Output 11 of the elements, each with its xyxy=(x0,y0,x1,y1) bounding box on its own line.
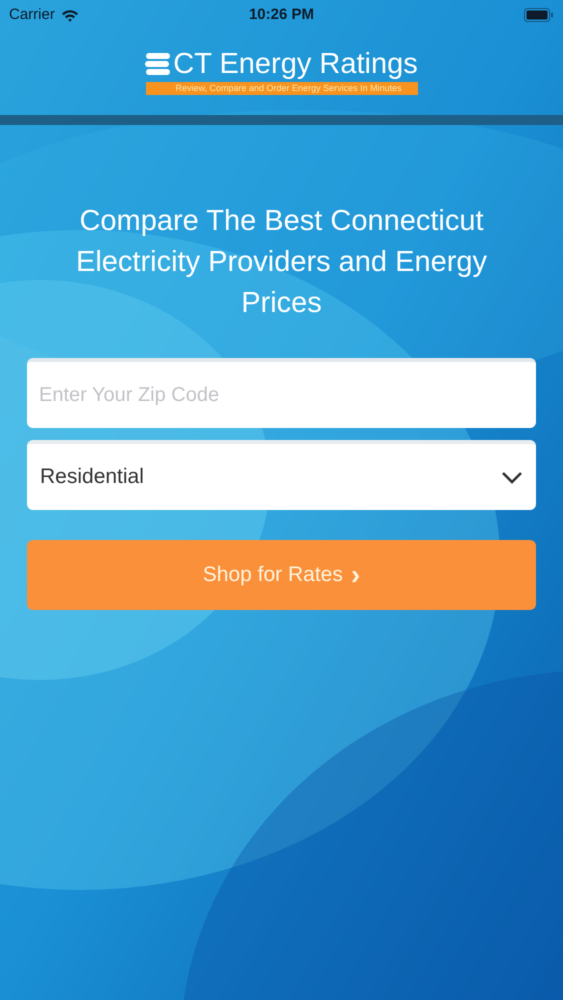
tagline-text: Review, Compare and Order Energy Services In Minutes xyxy=(146,82,418,95)
battery-icon xyxy=(524,8,554,22)
carrier-text: Carrier xyxy=(9,4,55,25)
logo-icon xyxy=(145,51,172,77)
clock-text: 10:26 PM xyxy=(248,4,314,25)
zip-code-field[interactable]: Enter Your Zip Code xyxy=(27,358,536,428)
logo-text: CT Energy Ratings xyxy=(173,48,418,80)
wifi-icon xyxy=(60,8,79,22)
page-heading: Compare The Best Connecticut Electricity Providers and Energy Prices xyxy=(75,204,488,321)
chevron-down-icon xyxy=(501,470,523,484)
customer-type-dropdown[interactable]: Residential xyxy=(27,440,536,510)
